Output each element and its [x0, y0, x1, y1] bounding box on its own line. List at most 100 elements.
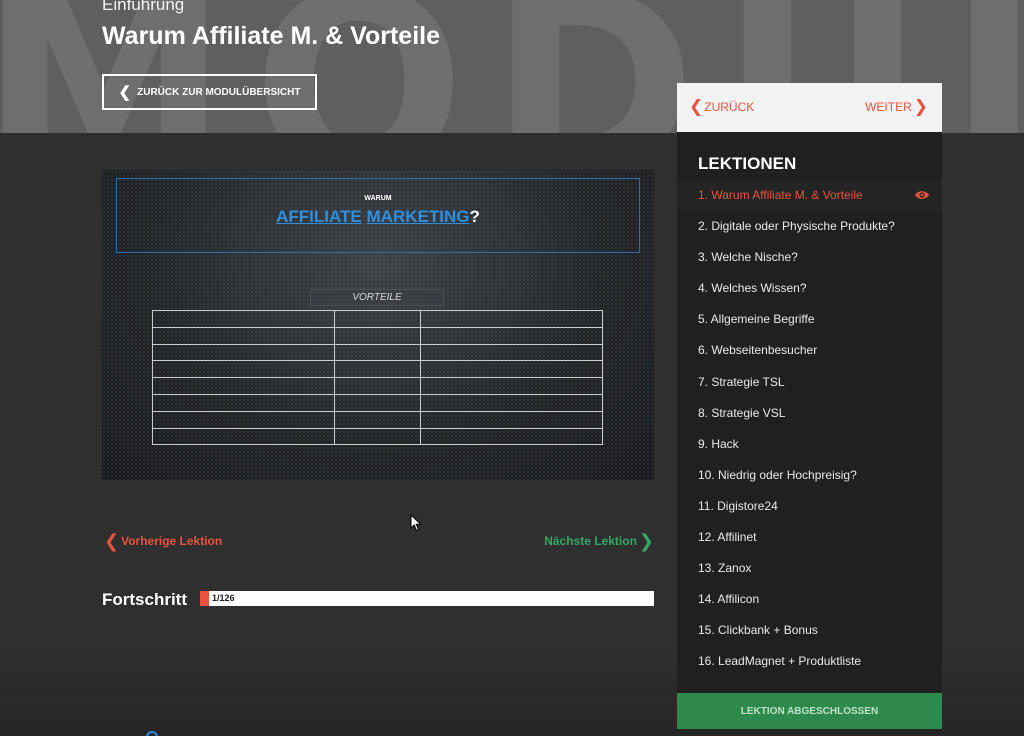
slide-table-cell: [420, 377, 603, 395]
slide-table-cell: [152, 427, 335, 446]
back-to-overview-label: ZURÜCK ZUR MODULÜBERSICHT: [137, 86, 301, 98]
sidebar-lesson-item[interactable]: 12. Affilinet: [677, 522, 942, 553]
slide-table-cell: [333, 393, 422, 412]
sidebar-lesson-item[interactable]: 13. Zanox: [677, 553, 942, 584]
slide-question-mark: ?: [469, 207, 480, 226]
sidebar-lesson-item[interactable]: 14. Affilicon: [677, 584, 942, 615]
sidebar-lesson-item[interactable]: 8. Strategie VSL: [677, 398, 942, 429]
lesson-label: 14. Affilicon: [698, 592, 760, 607]
lesson-complete-button[interactable]: LEKTION ABGESCHLOSSEN: [677, 693, 942, 729]
lesson-label: 4. Welches Wissen?: [698, 281, 807, 296]
next-lesson-link[interactable]: Nächste Lektion ❯: [544, 532, 654, 550]
previous-lesson-link[interactable]: ❮ Vorherige Lektion: [104, 532, 222, 550]
sidebar-title: LEKTIONEN: [698, 154, 797, 173]
slide-table-cell: [152, 393, 335, 412]
lesson-video[interactable]: WARUM AFFILIATE MARKETING? VORTEILE: [102, 170, 654, 480]
progress-bar: 1/126: [200, 591, 654, 606]
lesson-label: 2. Digitale oder Physische Produkte?: [698, 219, 895, 234]
sidebar-lesson-item[interactable]: 15. Clickbank + Bonus: [677, 615, 942, 646]
next-lesson-label: Nächste Lektion: [544, 534, 637, 548]
lesson-label: 8. Strategie VSL: [698, 405, 786, 420]
sidebar-lesson-item[interactable]: 6. Webseitenbesucher: [677, 335, 942, 366]
sidebar-lesson-item[interactable]: 1. Warum Affiliate M. & Vorteile: [677, 180, 942, 212]
chevron-right-icon: ❯: [913, 97, 928, 116]
lesson-label: 1. Warum Affiliate M. & Vorteile: [698, 188, 863, 202]
slide-table-cell: [420, 360, 603, 379]
partial-circle-icon: [146, 731, 158, 736]
progress-text: 1/126: [212, 593, 235, 603]
lesson-label: 5. Allgemeine Begriffe: [698, 312, 815, 327]
slide-table-cell: [152, 326, 335, 345]
sidebar-lesson-item[interactable]: 10. Niedrig oder Hochpreisig?: [677, 460, 942, 491]
slide-table-cell: [333, 410, 422, 429]
slide-table-row: [152, 360, 603, 379]
lesson-list: 1. Warum Affiliate M. & Vorteile 2. Digit…: [677, 180, 942, 678]
mouse-cursor-icon: [410, 514, 422, 532]
sidebar-lesson-item[interactable]: 2. Digitale oder Physische Produkte?: [677, 211, 942, 242]
slide-word-marketing: MARKETING: [366, 207, 470, 226]
lesson-label: 6. Webseitenbesucher: [698, 343, 818, 358]
chevron-left-icon: ❮: [118, 83, 132, 101]
slide-table-cell: [152, 360, 335, 379]
sidebar-lesson-item[interactable]: 7. Strategie TSL: [677, 367, 942, 398]
slide-header-box: WARUM AFFILIATE MARKETING?: [116, 178, 640, 253]
slide-table-row: [152, 326, 603, 345]
slide-table-cell: [420, 410, 603, 429]
slide-table-row: [152, 393, 603, 412]
slide-table-row: [152, 343, 603, 362]
slide-table-row: [152, 427, 603, 446]
sidebar-lesson-item[interactable]: 16. LeadMagnet + Produktliste: [677, 646, 942, 677]
chevron-right-icon: ❯: [638, 531, 654, 551]
slide-heading: AFFILIATE MARKETING?: [117, 207, 639, 227]
lesson-label: 3. Welche Nische?: [698, 250, 798, 265]
lesson-label: 15. Clickbank + Bonus: [698, 623, 818, 638]
lesson-label: 16. LeadMagnet + Produktliste: [698, 654, 862, 669]
progress-label: Fortschritt: [102, 590, 187, 609]
slide-table-row: [152, 410, 603, 429]
slide-table-cell: [152, 377, 335, 395]
slide-table-cell: [420, 427, 603, 446]
lesson-label: 12. Affilinet: [698, 530, 757, 545]
lesson-label: 9. Hack: [698, 436, 739, 451]
lesson-label: 10. Niedrig oder Hochpreisig?: [698, 467, 857, 482]
slide-table-cell: [333, 326, 422, 345]
slide-table-cell: [333, 310, 422, 328]
back-to-overview-button[interactable]: ❮ ZURÜCK ZUR MODULÜBERSICHT: [102, 74, 317, 110]
sidebar-lesson-item[interactable]: 11. Digistore24: [677, 491, 942, 522]
lesson-label: 7. Strategie TSL: [698, 374, 785, 389]
sidebar-back-label: ZURÜCK: [704, 99, 755, 114]
sidebar-lesson-nav: ❮ ZURÜCK WEITER ❯: [677, 83, 942, 132]
slide-table-cell: [333, 427, 422, 446]
sidebar-next-label: WEITER: [865, 99, 912, 114]
slide-table-cell: [420, 326, 603, 345]
slide-table-cell: [420, 343, 603, 362]
slide-word-affiliate: AFFILIATE: [276, 207, 362, 226]
slide-table-cell: [333, 343, 422, 362]
slide-small-text: WARUM: [364, 195, 392, 202]
eye-icon: [915, 191, 929, 199]
sidebar-lesson-item[interactable]: 3. Welche Nische?: [677, 242, 942, 273]
slide-label-vorteile: VORTEILE: [310, 289, 444, 306]
lesson-label: 13. Zanox: [698, 561, 752, 576]
sidebar-lesson-item[interactable]: 5. Allgemeine Begriffe: [677, 304, 942, 335]
slide-table-cell: [152, 310, 335, 328]
sidebar-lesson-item[interactable]: 9. Hack: [677, 429, 942, 460]
slide-table-row: [152, 377, 603, 395]
sidebar-lesson-item[interactable]: 4. Welches Wissen?: [677, 273, 942, 304]
lesson-sidebar: LEKTIONEN 1. Warum Affiliate M. & Vortei…: [677, 132, 942, 694]
chevron-left-icon: ❮: [689, 97, 704, 116]
slide-table-cell: [420, 393, 603, 412]
chevron-left-icon: ❮: [104, 531, 120, 551]
slide-table-cell: [333, 360, 422, 379]
slide-table-cell: [420, 310, 603, 328]
slide-table-cell: [152, 410, 335, 429]
lesson-label: 11. Digistore24: [698, 498, 778, 513]
sidebar-next-button[interactable]: WEITER ❯: [865, 98, 928, 115]
slide-table-cell: [333, 377, 422, 395]
sidebar-back-button[interactable]: ❮ ZURÜCK: [689, 98, 754, 115]
module-name: Einführung: [102, 0, 185, 14]
slide-table: [152, 310, 603, 446]
page-title: Warum Affiliate M. & Vorteile: [102, 22, 441, 50]
progress-fill: [200, 591, 210, 606]
slide-table-row: [152, 310, 603, 328]
